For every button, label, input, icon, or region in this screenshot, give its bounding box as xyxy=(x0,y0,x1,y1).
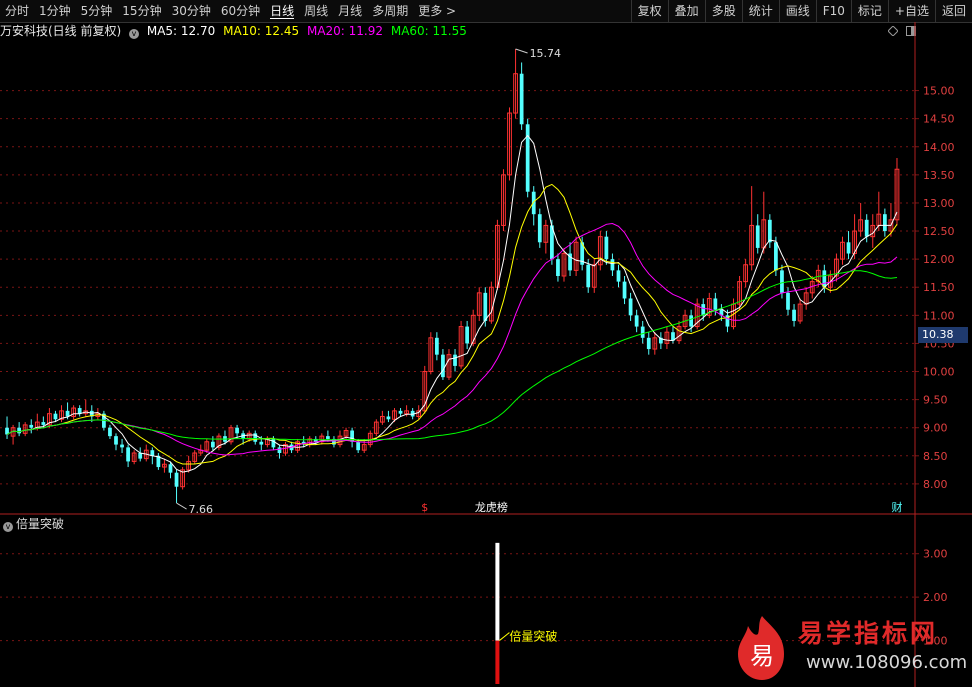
candle-body xyxy=(126,447,130,462)
collapse-circle-icon[interactable]: v xyxy=(3,522,13,532)
candle-body xyxy=(640,326,645,338)
candle-body xyxy=(822,270,827,288)
price-tick-label: 12.50 xyxy=(923,225,955,238)
candle-body xyxy=(864,219,869,237)
price-annotations: 15.74 7.66 xyxy=(176,47,562,516)
price-tick-label: 9.00 xyxy=(923,422,948,435)
watermark-title: 易学指标网 xyxy=(798,619,939,648)
sub-indicator-name: 倍量突破 xyxy=(16,517,65,531)
event-marker: 龙虎榜 xyxy=(475,500,508,514)
candle-body xyxy=(792,309,796,321)
price-tick-label: 13.50 xyxy=(923,169,955,182)
candle-body xyxy=(108,427,112,437)
candle-body xyxy=(519,73,524,125)
candle-body xyxy=(767,219,772,243)
low-pointer xyxy=(176,502,187,510)
logo-char: 易 xyxy=(750,642,774,670)
price-tick-label: 11.00 xyxy=(923,309,955,322)
candle-body xyxy=(586,264,591,288)
flame-logo-icon: 易 xyxy=(738,616,784,680)
candle-body xyxy=(17,427,22,434)
event-markers: $ 龙虎榜 财 xyxy=(421,500,902,514)
candle-body xyxy=(537,214,542,243)
candle-body xyxy=(616,270,621,282)
moving-average-lines xyxy=(6,134,898,473)
candle-body xyxy=(259,441,264,445)
breakout-pointer xyxy=(499,632,510,641)
candle-body xyxy=(168,464,173,473)
sub-tick-label: 3.00 xyxy=(923,548,948,561)
candle-body xyxy=(138,453,143,459)
kline-chart[interactable]: 8.008.509.009.5010.0010.5011.0011.5012.0… xyxy=(0,0,972,687)
candle-body xyxy=(41,422,46,425)
candle-body xyxy=(356,441,361,451)
candle-body xyxy=(434,337,439,355)
ma60-line xyxy=(6,270,898,441)
sub-tick-label: 2.00 xyxy=(923,591,948,604)
candle-body xyxy=(604,236,609,260)
candle-body xyxy=(556,259,560,276)
candle-body xyxy=(780,270,784,293)
candle-body xyxy=(453,354,457,366)
candle-body xyxy=(701,304,706,316)
price-tick-label: 14.00 xyxy=(923,141,955,154)
event-marker: 财 xyxy=(891,500,902,514)
candle-body xyxy=(53,413,58,420)
candle-body xyxy=(755,225,760,248)
price-tick-label: 9.50 xyxy=(923,394,948,407)
candle-body xyxy=(610,259,615,271)
candle-body xyxy=(628,298,633,316)
price-tick-label: 8.00 xyxy=(923,478,948,491)
price-tick-label: 11.50 xyxy=(923,281,955,294)
candle-body xyxy=(398,410,403,414)
breakout-bar-lower xyxy=(495,640,500,684)
breakout-bar-upper xyxy=(495,542,500,641)
candle-body xyxy=(786,292,790,310)
price-tick-label: 15.00 xyxy=(923,85,955,98)
axis-frame xyxy=(0,22,972,687)
breakout-label: 倍量突破 xyxy=(509,629,557,644)
candle-body xyxy=(531,191,536,215)
price-tick-label: 12.00 xyxy=(923,253,955,266)
candle-body xyxy=(326,436,330,439)
candle-body xyxy=(271,438,276,448)
watermark-url: www.108096.com xyxy=(806,652,968,673)
candle-body xyxy=(525,124,530,192)
candle-body xyxy=(882,214,887,232)
candle-body xyxy=(120,444,124,448)
candle-body xyxy=(483,292,488,321)
event-marker: $ xyxy=(421,501,428,514)
candle-body xyxy=(235,427,239,434)
current-price-tag: 10.38 xyxy=(918,327,968,343)
watermark: 易 易学指标网 www.108096.com xyxy=(732,612,968,682)
price-tick-label: 14.50 xyxy=(923,113,955,126)
candle-body xyxy=(441,354,445,378)
candle-body xyxy=(713,298,718,310)
low-price-label: 7.66 xyxy=(189,503,214,516)
candle-body xyxy=(774,242,778,271)
candle-body xyxy=(689,315,694,327)
price-tick-label: 10.00 xyxy=(923,366,955,379)
candle-body xyxy=(646,337,651,350)
ma20-line xyxy=(6,222,898,456)
candlestick-series xyxy=(5,48,900,504)
candle-body xyxy=(386,416,391,420)
high-price-label: 15.74 xyxy=(530,47,562,60)
candle-body xyxy=(114,436,118,445)
sub-indicator-title: v 倍量突破 xyxy=(0,516,64,532)
candle-body xyxy=(210,441,215,448)
price-tick-label: 13.00 xyxy=(923,197,955,210)
price-axis-labels: 8.008.509.009.5010.0010.5011.0011.5012.0… xyxy=(923,85,955,491)
candle-body xyxy=(277,447,282,453)
candle-body xyxy=(174,472,179,487)
candle-body xyxy=(29,424,34,428)
candle-body xyxy=(846,242,851,254)
candle-body xyxy=(622,281,627,299)
high-pointer xyxy=(515,48,528,54)
candle-body xyxy=(65,410,70,417)
price-tick-label: 8.50 xyxy=(923,450,948,463)
candle-body xyxy=(465,326,470,344)
candle-body xyxy=(634,315,639,327)
